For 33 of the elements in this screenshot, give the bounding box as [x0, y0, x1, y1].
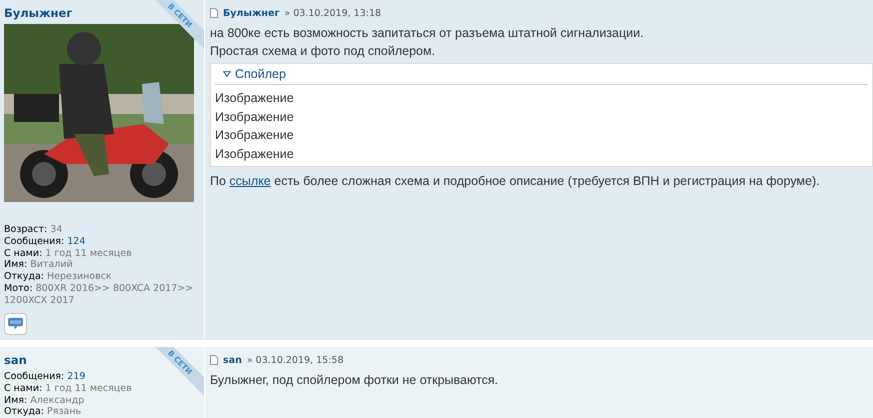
author-link[interactable]: Булыжнег — [4, 6, 72, 20]
post-text: на 800ке есть возможность запитаться от разъема штатной сигнализации. — [210, 25, 645, 42]
author-link[interactable]: san — [223, 354, 242, 366]
profile-field: Имя: Александр — [4, 394, 200, 406]
field-link[interactable]: 124 — [67, 236, 86, 247]
document-icon — [210, 8, 218, 18]
spoiler-title[interactable]: Спойлер — [235, 67, 286, 81]
profile-field: С нами: 1 год 11 месяцев — [4, 248, 200, 260]
document-icon — [210, 355, 218, 365]
text-link[interactable]: ссылке — [229, 174, 271, 188]
image-placeholder-text: Изображение — [215, 108, 295, 126]
field-link[interactable]: 219 — [67, 371, 86, 382]
post-text: Булыжнег, под спойлером фотки не открываются. — [210, 372, 500, 389]
chat-bubble-icon — [8, 317, 23, 330]
profile-field: Возраст: 34 — [4, 224, 200, 236]
image-placeholder-text: Изображение — [215, 127, 295, 144]
image-placeholder-text: Изображение — [215, 90, 295, 107]
field-label: Сообщения: — [4, 371, 64, 382]
image-placeholder-text: Изображение — [215, 146, 295, 163]
field-label: Сообщения: — [4, 236, 64, 247]
post-text: Простая схема и фото под спойлером. — [210, 43, 436, 60]
profile-field: Мото: 800XR 2016>> 800XCA 2017>> 1200XCX 2017 — [4, 282, 200, 307]
author-link[interactable]: san — [4, 353, 27, 367]
post-date: » 03.10.2019, 15:58 — [246, 354, 344, 366]
spoiler-toggle[interactable]: Спойлер — [215, 64, 868, 85]
post-date: » 03.10.2019, 13:18 — [284, 8, 382, 18]
profile-field: Имя: Виталий — [4, 259, 200, 272]
profile-field: С нами: 1 год 11 месяцев — [4, 382, 200, 395]
author-link[interactable]: Булыжнег — [223, 8, 280, 18]
profile-field: Откуда: Рязань — [4, 406, 200, 418]
contact-button[interactable] — [4, 312, 27, 335]
profile-field: Откуда: Нерезиновск — [4, 271, 200, 283]
post-text: По ссылке есть более сложная схема и подробное описание (требуется ВПН и регистрация на форуме). — [210, 173, 821, 190]
